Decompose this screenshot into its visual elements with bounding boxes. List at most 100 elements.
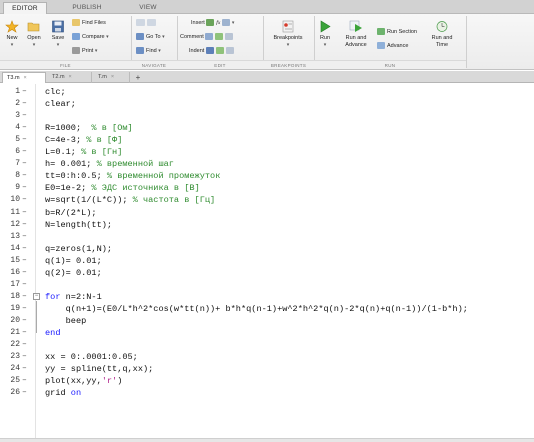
code-segment: xx = 0:.0001:0.05; xyxy=(45,352,138,363)
code-line[interactable]: 5– C=4e-3; % в [Ф] xyxy=(0,134,534,146)
code-segment: beep xyxy=(45,315,87,326)
executable-line-marker[interactable]: – xyxy=(22,363,32,375)
folder-icon xyxy=(27,22,40,32)
executable-line-marker[interactable]: – xyxy=(22,207,32,219)
find-button[interactable]: Find ▾ xyxy=(136,47,161,56)
executable-line-marker[interactable]: – xyxy=(22,182,32,194)
document-tab-t2[interactable]: T2.m × xyxy=(48,72,92,83)
open-button[interactable]: Open ▾ xyxy=(24,20,44,48)
executable-line-marker[interactable]: – xyxy=(22,315,32,327)
code-line[interactable]: 26– grid on xyxy=(0,387,534,399)
run-and-time-button[interactable]: Run and Time xyxy=(428,20,456,48)
executable-line-marker[interactable]: – xyxy=(22,86,32,98)
code-line[interactable]: 11– b=R/(2*L); xyxy=(0,207,534,219)
executable-line-marker[interactable]: – xyxy=(22,98,32,110)
advance-button[interactable]: Advance xyxy=(377,42,408,51)
comment-button[interactable]: Comment xyxy=(180,33,235,42)
code-line[interactable]: 20– beep xyxy=(0,315,534,327)
code-line[interactable]: 4– R=1000; % в [Ом] xyxy=(0,122,534,134)
code-line[interactable]: 3– xyxy=(0,110,534,122)
executable-line-marker[interactable]: – xyxy=(22,303,32,315)
insert-button[interactable]: Insert fx ▾ xyxy=(191,19,234,28)
code-text: plot(xx,yy,'r') xyxy=(45,375,122,387)
back-arrow-icon xyxy=(136,19,145,27)
code-line[interactable]: 16– q(2)= 0.01; xyxy=(0,267,534,279)
executable-line-marker[interactable]: – xyxy=(22,291,32,303)
executable-line-marker[interactable]: – xyxy=(22,387,32,399)
fx-button[interactable]: fx xyxy=(216,20,220,26)
fold-toggle-icon[interactable]: − xyxy=(33,293,40,301)
run-and-advance-button[interactable]: Run and Advance xyxy=(340,20,372,48)
line-number: 22 xyxy=(10,340,20,350)
close-tab-icon[interactable]: × xyxy=(69,74,72,80)
executable-line-marker[interactable]: – xyxy=(22,255,32,267)
compare-button[interactable]: Compare ▾ xyxy=(72,33,109,42)
document-tab-t3[interactable]: T3.m × xyxy=(2,72,46,83)
breakpoints-button[interactable]: Breakpoints ▾ xyxy=(268,20,308,48)
close-tab-icon[interactable]: × xyxy=(111,74,114,80)
navigate-arrows[interactable] xyxy=(136,19,158,28)
keyword: end xyxy=(45,328,61,338)
code-text: end xyxy=(45,327,60,339)
code-line[interactable]: 8– tt=0:h:0.5; % временной промежуток xyxy=(0,170,534,182)
executable-line-marker[interactable]: – xyxy=(22,219,32,231)
code-line[interactable]: 2– clear; xyxy=(0,98,534,110)
run-section-button[interactable]: Run Section xyxy=(377,28,417,37)
executable-line-marker[interactable]: – xyxy=(22,122,32,134)
code-line[interactable]: 1– clc; xyxy=(0,86,534,98)
indent-button[interactable]: Indent xyxy=(189,47,236,56)
run-button[interactable]: Run ▾ xyxy=(316,20,334,48)
new-button[interactable]: New ▾ xyxy=(3,20,21,48)
code-line[interactable]: 18– for n=2:N-1 xyxy=(0,291,534,303)
code-line[interactable]: 23– xx = 0:.0001:0.05; xyxy=(0,351,534,363)
goto-button[interactable]: Go To ▾ xyxy=(136,33,165,42)
function-icon xyxy=(221,19,230,27)
close-tab-icon[interactable]: × xyxy=(24,75,27,81)
code-line[interactable]: 10– w=sqrt(1/(L*C)); % частота в [Гц] xyxy=(0,194,534,206)
comment: % временной промежуток xyxy=(106,171,221,182)
code-line[interactable]: 9– E0=1e-2; % ЭДС источника в [В] xyxy=(0,182,534,194)
code-line[interactable]: 24– yy = spline(tt,q,xx); xyxy=(0,363,534,375)
code-line[interactable]: 12– N=length(tt); xyxy=(0,219,534,231)
executable-line-marker[interactable]: – xyxy=(22,194,32,206)
wrap-comment-icon xyxy=(225,33,234,41)
tab-view[interactable]: VIEW xyxy=(128,2,168,14)
document-tab-t[interactable]: T.m × xyxy=(94,72,130,83)
code-line[interactable]: 7– h= 0.001; % временной шаг xyxy=(0,158,534,170)
line-number: 10 xyxy=(10,195,20,205)
find-files-button[interactable]: Find Files xyxy=(72,19,106,28)
executable-line-marker[interactable]: – xyxy=(22,170,32,182)
group-label-file: FILE xyxy=(0,60,131,69)
executable-line-marker[interactable]: – xyxy=(22,267,32,279)
code-line[interactable]: 22– xyxy=(0,339,534,351)
executable-line-marker[interactable]: – xyxy=(22,243,32,255)
save-button[interactable]: Save ▾ xyxy=(48,20,68,48)
executable-line-marker[interactable]: – xyxy=(22,146,32,158)
code-line[interactable]: 19– q(n+1)=(E0/L*h^2*cos(w*tt(n))+ b*h*q… xyxy=(0,303,534,315)
code-line[interactable]: 6– L=0.1; % в [Гн] xyxy=(0,146,534,158)
tab-publish[interactable]: PUBLISH xyxy=(66,2,108,14)
code-text: tt=0:h:0.5; % временной промежуток xyxy=(45,170,220,182)
add-tab-button[interactable]: + xyxy=(132,72,144,83)
code-line[interactable]: 21– end xyxy=(0,327,534,339)
compare-icon xyxy=(72,33,80,41)
code-line[interactable]: 25– plot(xx,yy,'r') xyxy=(0,375,534,387)
executable-line-marker[interactable]: – xyxy=(22,231,32,243)
tab-editor[interactable]: EDITOR xyxy=(3,2,47,14)
executable-line-marker[interactable]: – xyxy=(22,134,32,146)
executable-line-marker[interactable]: – xyxy=(22,375,32,387)
executable-line-marker[interactable]: – xyxy=(22,327,32,339)
line-number: 18 xyxy=(10,291,20,301)
executable-line-marker[interactable]: – xyxy=(22,279,32,291)
code-text: xx = 0:.0001:0.05; xyxy=(45,351,138,363)
executable-line-marker[interactable]: – xyxy=(22,110,32,122)
code-line[interactable]: 15– q(1)= 0.01; xyxy=(0,255,534,267)
executable-line-marker[interactable]: – xyxy=(22,158,32,170)
print-button[interactable]: Print ▾ xyxy=(72,47,97,56)
executable-line-marker[interactable]: – xyxy=(22,339,32,351)
code-line[interactable]: 17– xyxy=(0,279,534,291)
code-line[interactable]: 14– q=zeros(1,N); xyxy=(0,243,534,255)
code-line[interactable]: 13– xyxy=(0,231,534,243)
code-editor[interactable]: 1– clc; 2– clear; 3–4– R=1000; % в [Ом] 5– C=4e… xyxy=(0,84,534,438)
executable-line-marker[interactable]: – xyxy=(22,351,32,363)
